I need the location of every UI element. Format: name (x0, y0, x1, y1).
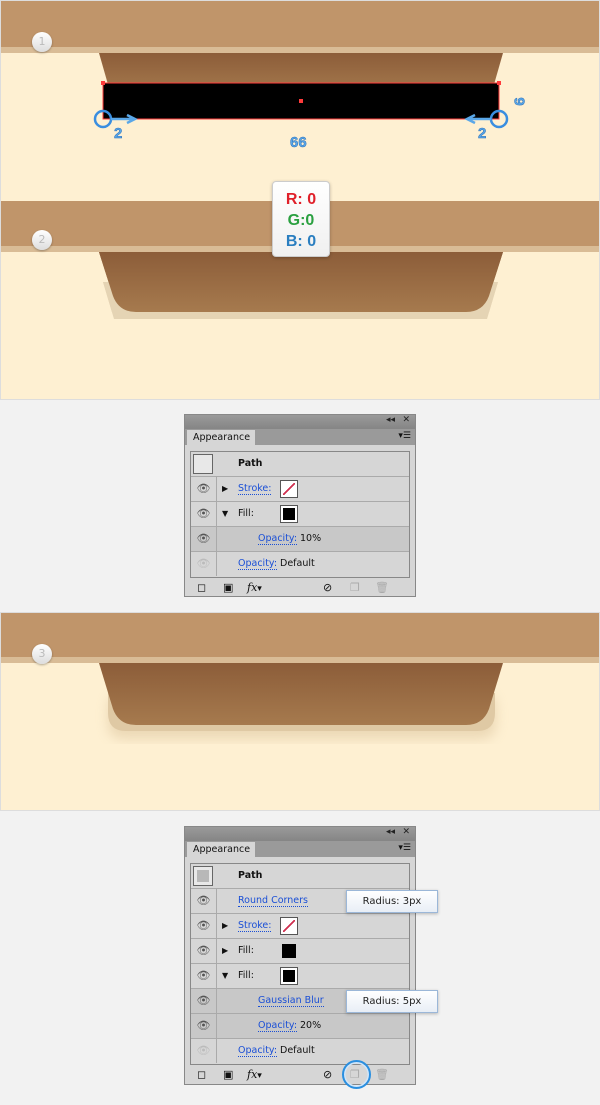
expand-icon[interactable]: ▶ (222, 921, 228, 930)
collapse-row-icon[interactable]: ▼ (222, 509, 228, 518)
close-icon[interactable]: ✕ (402, 415, 410, 425)
eye-icon[interactable]: 👁 (191, 477, 217, 501)
add-fill-icon[interactable]: ▣ (223, 581, 233, 594)
eye-icon[interactable]: 👁 (191, 914, 217, 938)
collapse-icon[interactable]: ◂◂ (386, 415, 395, 425)
add-stroke-icon[interactable]: ◻ (197, 1068, 206, 1081)
duplicate-item-icon[interactable]: ❐ (350, 581, 360, 594)
appearance-panel: ◂◂ ✕ Appearance ▾☰ Path 👁 Round Corners 👁 ▶ S… (184, 826, 416, 1085)
eye-icon[interactable]: 👁 (191, 527, 217, 551)
add-stroke-icon[interactable]: ◻ (197, 581, 206, 594)
add-fill-icon[interactable]: ▣ (223, 1068, 233, 1081)
tab-appearance[interactable]: Appearance (187, 842, 255, 857)
eye-icon[interactable]: 👁 (191, 939, 217, 963)
collapse-row-icon[interactable]: ▼ (222, 971, 228, 980)
measure-right: 2 (478, 125, 487, 143)
path-thumbnail (193, 866, 213, 886)
opacity-value: 10% (300, 533, 322, 544)
clear-appearance-icon[interactable]: ⊘ (323, 581, 332, 594)
stroke-swatch[interactable] (280, 480, 298, 498)
opacity-value: 20% (300, 1020, 322, 1031)
opacity-value: Default (280, 1045, 315, 1056)
fx-icon[interactable]: fx▾ (247, 581, 262, 594)
path-thumbnail (193, 454, 213, 474)
measure-left: 2 (114, 125, 123, 143)
fill-swatch[interactable] (280, 967, 298, 985)
trash-icon[interactable]: 🗑 (375, 1068, 389, 1081)
close-icon[interactable]: ✕ (402, 827, 410, 837)
measure-width: 66 (290, 134, 307, 152)
fill-label: Fill: (238, 508, 254, 519)
round-corners-link[interactable]: Round Corners (238, 895, 308, 907)
eye-icon[interactable]: 👁 (191, 1039, 217, 1063)
eye-icon[interactable]: 👁 (191, 1014, 217, 1038)
appearance-panel: ◂◂ ✕ Appearance ▾☰ Path 👁 ▶ Stroke: 👁 ▼ Fill: … (184, 414, 416, 597)
opacity-link[interactable]: Opacity: (258, 533, 298, 545)
opacity-link[interactable]: Opacity: (238, 558, 278, 570)
step-badge: 1 (32, 32, 52, 52)
fx-icon[interactable]: fx▾ (247, 1068, 262, 1081)
highlight-ring (342, 1060, 371, 1089)
eye-icon[interactable]: 👁 (191, 989, 217, 1013)
drawer-step2-overlay (99, 252, 503, 312)
step-badge: 3 (32, 644, 52, 664)
opacity-link[interactable]: Opacity: (238, 1045, 278, 1057)
eye-icon[interactable]: 👁 (191, 502, 217, 526)
expand-icon[interactable]: ▶ (222, 484, 228, 493)
fill-swatch[interactable] (282, 944, 296, 958)
color-g: G:0 (287, 212, 315, 229)
expand-icon[interactable]: ▶ (222, 946, 228, 955)
step-badge: 2 (32, 230, 52, 250)
fill-label: Fill: (238, 970, 254, 981)
stroke-swatch[interactable] (280, 917, 298, 935)
opacity-link[interactable]: Opacity: (258, 1020, 298, 1032)
drawer-shapes (99, 663, 503, 739)
eye-icon[interactable]: 👁 (191, 964, 217, 988)
gaussian-blur-tooltip: Radius: 5px (346, 990, 438, 1013)
panel-menu-icon[interactable]: ▾☰ (398, 843, 411, 853)
fill-swatch[interactable] (280, 505, 298, 523)
stroke-link[interactable]: Stroke: (238, 483, 272, 495)
opacity-value: Default (280, 558, 315, 569)
trash-icon[interactable]: 🗑 (375, 581, 389, 594)
eye-icon[interactable]: 👁 (191, 889, 217, 913)
artboard-steps-1-2: 1 2 2 2 66 9 R: 0 G:0 B: 0 (0, 0, 600, 400)
color-b: B: 0 (285, 233, 317, 250)
eye-icon[interactable]: 👁 (191, 552, 217, 576)
collapse-icon[interactable]: ◂◂ (386, 827, 395, 837)
fill-label: Fill: (238, 945, 254, 956)
panel-menu-icon[interactable]: ▾☰ (398, 431, 411, 441)
artboard-step-3: 3 (0, 612, 600, 811)
tab-appearance[interactable]: Appearance (187, 430, 255, 445)
round-corners-tooltip: Radius: 3px (346, 890, 438, 913)
gaussian-blur-link[interactable]: Gaussian Blur (258, 995, 324, 1007)
clear-appearance-icon[interactable]: ⊘ (323, 1068, 332, 1081)
measure-height: 9 (510, 97, 528, 106)
color-r: R: 0 (285, 191, 317, 208)
stroke-link[interactable]: Stroke: (238, 920, 272, 932)
row-label: Path (238, 458, 263, 469)
color-values-box: R: 0 G:0 B: 0 (272, 181, 330, 257)
drawer-step3 (99, 663, 503, 725)
row-label: Path (238, 870, 263, 881)
